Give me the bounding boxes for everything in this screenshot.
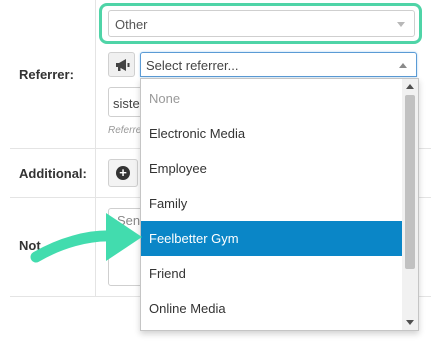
scrollbar-thumb[interactable] <box>405 95 415 269</box>
megaphone-icon <box>116 59 130 71</box>
dropdown-scrollbar[interactable] <box>402 79 418 330</box>
plus-circle-icon: + <box>116 166 130 180</box>
dropdown-option-family[interactable]: Family <box>141 186 403 221</box>
dropdown-option-online-media[interactable]: Online Media <box>141 291 403 326</box>
referrer-hint: Referre <box>108 125 142 136</box>
referrer-name-value: siste <box>113 96 140 111</box>
chevron-down-icon <box>397 22 405 27</box>
curved-arrow-icon <box>30 213 142 263</box>
additional-label: Additional: <box>19 166 87 181</box>
referrer-type-button[interactable] <box>108 52 135 77</box>
referrer-search-input[interactable]: Select referrer... <box>140 52 417 77</box>
scroll-up-icon[interactable] <box>406 84 414 89</box>
referrer-label: Referrer: <box>19 67 74 82</box>
category-select[interactable]: Other <box>108 10 415 37</box>
referrer-dropdown-list[interactable]: None Electronic Media Employee Family Fe… <box>140 78 419 331</box>
add-additional-button[interactable]: + <box>108 159 138 187</box>
dropdown-option-friend[interactable]: Friend <box>141 256 403 291</box>
dropdown-option-none[interactable]: None <box>141 81 403 116</box>
scroll-down-icon[interactable] <box>406 320 414 325</box>
category-select-value: Other <box>115 17 148 32</box>
referrer-placeholder: Select referrer... <box>146 58 239 73</box>
chevron-up-icon <box>399 63 407 68</box>
dropdown-option-electronic-media[interactable]: Electronic Media <box>141 116 403 151</box>
dropdown-option-feelbetter-gym[interactable]: Feelbetter Gym <box>141 221 403 256</box>
dropdown-option-employee[interactable]: Employee <box>141 151 403 186</box>
